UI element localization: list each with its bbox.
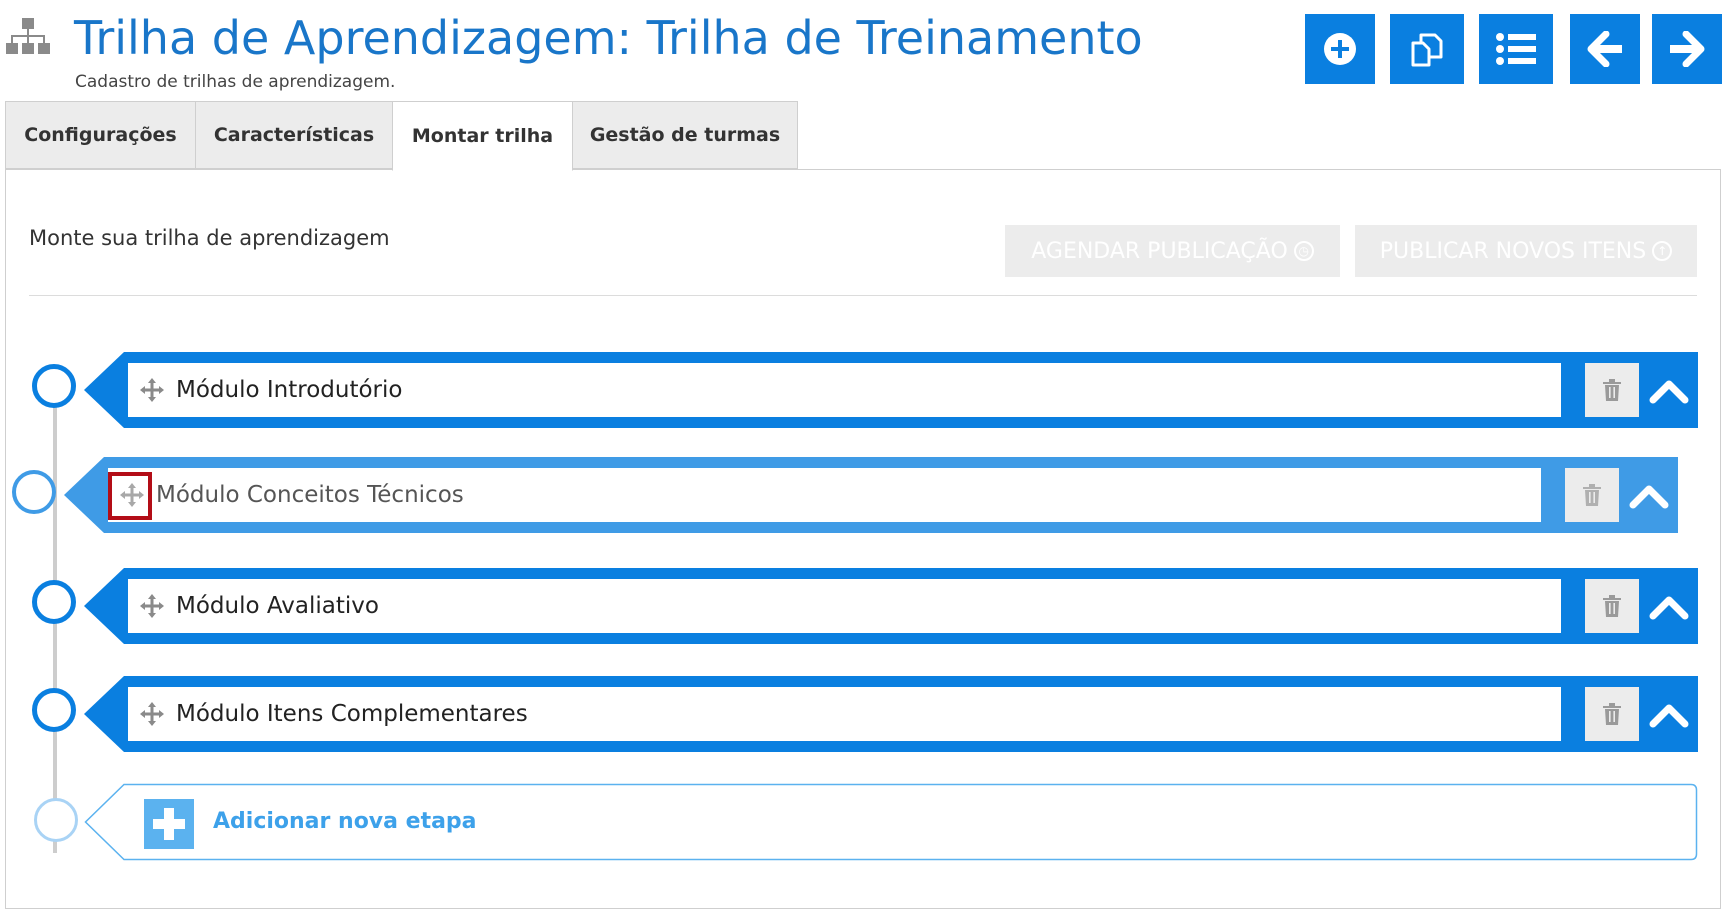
clock-icon: ◷ <box>1293 241 1314 261</box>
module-header[interactable]: Módulo Itens Complementares <box>128 687 1561 741</box>
sitemap-icon <box>6 18 50 58</box>
drag-handle-icon[interactable] <box>138 700 166 728</box>
chevron-up-icon <box>1629 485 1669 509</box>
delete-button[interactable] <box>1585 363 1639 417</box>
arrow-right-icon <box>1670 31 1705 67</box>
module-bar: Módulo Avaliativo <box>84 568 1698 644</box>
delete-button[interactable] <box>1565 468 1619 522</box>
collapse-button[interactable] <box>1643 690 1695 738</box>
module-label: Módulo Avaliativo <box>176 593 379 619</box>
page-title: Trilha de Aprendizagem: Trilha de Treina… <box>74 11 1143 65</box>
module-label: Módulo Conceitos Técnicos <box>156 482 464 508</box>
collapse-button[interactable] <box>1643 366 1695 414</box>
add-button[interactable] <box>1305 14 1375 84</box>
timeline-node <box>12 470 56 514</box>
drag-handle-icon[interactable] <box>138 592 166 620</box>
list-icon <box>1496 33 1536 65</box>
trash-icon <box>1603 595 1621 617</box>
publish-new-items-label: PUBLICAR NOVOS ITENS <box>1379 238 1647 264</box>
trash-icon <box>1603 703 1621 725</box>
tab-caracteristicas[interactable]: Características <box>195 101 393 169</box>
upload-icon: ↑ <box>1652 241 1673 261</box>
tab-configuracoes[interactable]: Configurações <box>5 101 196 169</box>
plus-icon[interactable] <box>144 799 194 849</box>
panel-title: Monte sua trilha de aprendizagem <box>29 226 390 250</box>
arrow-left-icon <box>1587 31 1622 67</box>
previous-button[interactable] <box>1570 14 1640 84</box>
module-header[interactable]: Módulo Avaliativo <box>128 579 1561 633</box>
schedule-publication-label: AGENDAR PUBLICAÇÃO <box>1031 238 1288 264</box>
next-button[interactable] <box>1652 14 1722 84</box>
add-stage-label[interactable]: Adicionar nova etapa <box>213 809 477 834</box>
delete-button[interactable] <box>1585 687 1639 741</box>
trash-icon <box>1603 379 1621 401</box>
divider <box>29 295 1697 296</box>
module-bar: Módulo Introdutório <box>84 352 1698 428</box>
add-icon <box>1324 33 1356 65</box>
module-label: Módulo Itens Complementares <box>176 701 528 727</box>
collapse-button[interactable] <box>1623 471 1675 519</box>
copy-icon <box>1411 33 1443 67</box>
trash-icon <box>1583 484 1601 506</box>
timeline-node <box>32 580 76 624</box>
module-label: Módulo Introdutório <box>176 377 403 403</box>
tab-gestao-de-turmas[interactable]: Gestão de turmas <box>572 101 798 169</box>
drag-handle-icon[interactable] <box>138 376 166 404</box>
timeline-node <box>32 364 76 408</box>
collapse-button[interactable] <box>1643 582 1695 630</box>
module-header[interactable]: Módulo Introdutório <box>128 363 1561 417</box>
tab-bar: Configurações Características Montar tri… <box>5 101 798 171</box>
tab-montar-trilha[interactable]: Montar trilha <box>392 101 573 171</box>
page-subtitle: Cadastro de trilhas de aprendizagem. <box>75 72 396 92</box>
chevron-up-icon <box>1649 596 1689 620</box>
list-button[interactable] <box>1479 14 1553 84</box>
copy-button[interactable] <box>1390 14 1464 84</box>
module-header[interactable]: Módulo Conceitos Técnicos <box>108 468 1541 522</box>
chevron-up-icon <box>1649 704 1689 728</box>
timeline-node <box>32 688 76 732</box>
publish-new-items-button[interactable]: PUBLICAR NOVOS ITENS ↑ <box>1355 225 1697 277</box>
delete-button[interactable] <box>1585 579 1639 633</box>
chevron-up-icon <box>1649 380 1689 404</box>
module-bar-dragging: Módulo Conceitos Técnicos <box>64 457 1678 533</box>
module-bar: Módulo Itens Complementares <box>84 676 1698 752</box>
highlighted-drag-handle <box>108 472 152 520</box>
timeline-node <box>34 798 78 842</box>
schedule-publication-button[interactable]: AGENDAR PUBLICAÇÃO ◷ <box>1005 225 1340 277</box>
